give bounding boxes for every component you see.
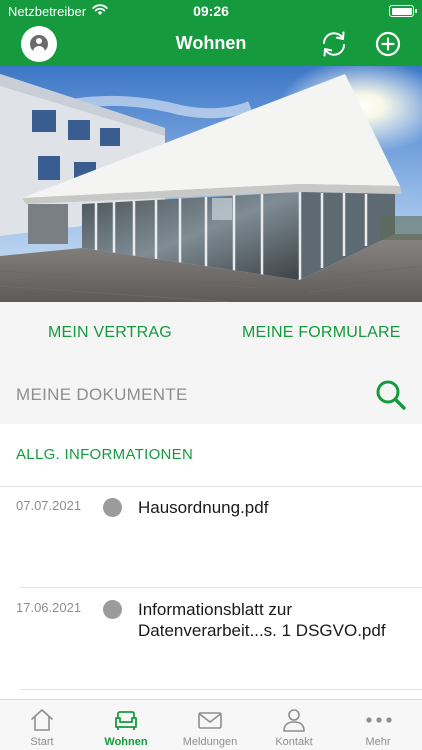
document-name: Informationsblatt zur Datenverarbeit...s… [138,600,386,640]
document-name: Hausordnung.pdf [138,498,269,517]
tab-meldungen[interactable]: Meldungen [168,700,252,750]
hero-image [0,66,422,302]
navigation-bar: Wohnen [0,22,422,66]
house-icon [31,709,53,731]
refresh-icon[interactable] [318,28,350,60]
document-item[interactable]: 17.06.2021 Informationsblatt zur Datenve… [0,600,422,690]
search-icon[interactable] [374,378,408,412]
my-documents-label[interactable]: MEINE DOKUMENTE [16,385,188,405]
tab-label: Wohnen [104,736,148,748]
tab-label: Mehr [365,736,391,748]
person-icon [283,709,305,732]
my-contract-link[interactable]: MEIN VERTRAG [48,324,172,342]
status-time: 09:26 [193,3,229,19]
tab-kontakt[interactable]: Kontakt [252,700,336,750]
list-divider [20,689,422,690]
tab-label: Meldungen [182,736,238,748]
more-icon [366,717,392,723]
document-item[interactable]: 07.07.2021 Hausordnung.pdf [0,498,422,588]
unread-dot-icon [103,600,122,619]
envelope-icon [198,712,222,729]
unread-dot-icon [103,498,122,517]
document-date: 17.06.2021 [16,600,82,615]
tab-label: Kontakt [275,736,313,748]
add-icon[interactable] [375,31,401,57]
tab-wohnen[interactable]: Wohnen [84,700,168,750]
status-bar: Netzbetreiber 09:26 [0,0,422,22]
page-title: Wohnen [175,33,247,53]
tab-bar: Start Wohnen Meldungen Kontakt Mehr [0,699,422,750]
section-divider [0,486,422,487]
section-title: ALLG. INFORMATIONEN [16,446,194,463]
tab-start[interactable]: Start [0,700,84,750]
battery-icon [389,5,417,17]
quick-links-panel: MEIN VERTRAG MEINE FORMULARE MEINE DOKUM… [0,302,422,424]
tab-mehr[interactable]: Mehr [336,700,420,750]
my-forms-link[interactable]: MEINE FORMULARE [242,324,401,342]
tab-label: Start [30,736,54,748]
list-divider [20,587,422,588]
sofa-icon [115,711,137,730]
document-date: 07.07.2021 [16,498,82,513]
top-bar: Netzbetreiber 09:26 Wohnen [0,0,422,66]
